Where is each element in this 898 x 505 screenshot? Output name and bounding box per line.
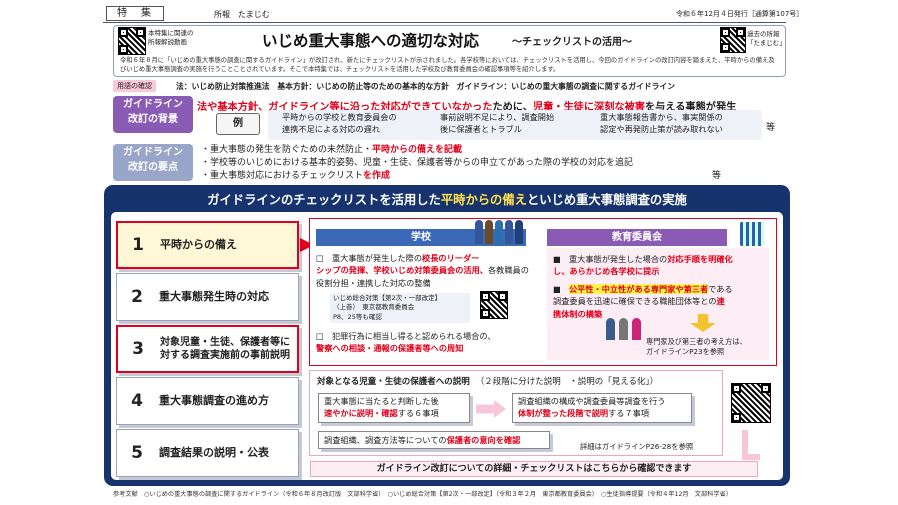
bullet-icon: ■ <box>553 254 569 264</box>
terms-label: 用語の確認 <box>113 80 156 92</box>
step-2[interactable]: 2 重大事態発生時の対応 <box>116 273 299 321</box>
school-item-2a: 犯罪行為に相当し得ると認められる場合の、 <box>331 331 496 341</box>
board-header: 教育委員会 <box>547 229 727 246</box>
building-icon <box>740 222 764 246</box>
qr-code-left[interactable] <box>118 27 146 55</box>
bottom-banner[interactable]: ガイドライン改訂についての詳細・チェックリストはこちらから確認できます <box>310 461 758 477</box>
bullet-icon: ■ <box>553 284 569 294</box>
school-ref-box: いじめ総合対策【第2次・一部改定】 （上巻） 東京都教育委員会 P8、25等も確… <box>330 293 470 323</box>
step-number: 1 <box>132 235 144 255</box>
step-number: 2 <box>131 287 143 307</box>
board-note: 専門家及び第三者の考え方は、 ガイドラインP23を参照 <box>646 337 747 357</box>
explain-step-a: 重大事態に当たると判断した後 速やかに説明・確認する６事項 <box>318 393 470 423</box>
explain-b1: 調査組織の構成や調査委員等調査を行う <box>518 396 666 406</box>
step-label: 対象児童・生徒、保護者等に 対する調査実施前の事前説明 <box>160 336 290 362</box>
board-item-2: ■ 公平性・中立性がある専門家や第三者である 調査委員を迅速に確保できる職能団体… <box>553 283 767 320</box>
step-number: 5 <box>131 443 143 463</box>
header-issue: 令和６年12月４日発行［通算第107号］ <box>676 10 804 18</box>
qr-right-caption: 過去の所報 「たまじむ」 <box>747 30 786 48</box>
header-dept: 所報 たまじむ <box>214 10 270 19</box>
points-label: ガイドライン 改訂の要点 <box>113 144 193 181</box>
point-3-emphasis: を作成 <box>363 171 391 181</box>
terms-text: 法：いじめ防止対策推進法 基本方針：いじめの防止等のための基本的な方針 ガイドラ… <box>176 82 675 91</box>
background-label: ガイドライン 改訂の背景 <box>113 96 193 133</box>
explain-step-c: 調査組織、調査方法等についての保護者の意向を確認 <box>318 431 550 449</box>
point-1-text: ・重大事態の発生を防ぐための未然防止・ <box>201 145 373 155</box>
page-subtitle: ～チェックリストの活用～ <box>512 37 632 48</box>
banner-arrow-icon <box>742 430 760 460</box>
panel-title: ガイドラインのチェックリストを活用した平時からの備えといじめ重大事態調査の実施 <box>104 190 790 208</box>
step-1[interactable]: 1 平時からの備え <box>116 221 299 269</box>
point-1-emphasis: 平時からの備えを記載 <box>372 145 463 155</box>
checkbox-icon: □ <box>316 253 332 263</box>
qr-code-guideline[interactable] <box>731 383 771 423</box>
experts-icon <box>606 318 641 340</box>
board-item-1: ■ 重大事態が発生した場合の対応手順を明確化 し、あらかじめ各学校に提示 <box>553 253 767 278</box>
point-1: ・重大事態の発生を防ぐための未然防止・平時からの備えを記載 <box>201 142 462 155</box>
checkbox-icon: □ <box>316 331 332 341</box>
qr-left-caption: 本特集に関連の 所報解説動画 <box>148 29 194 47</box>
qr-code-school[interactable] <box>480 291 508 319</box>
explain-title-sub: （２段階に分けた説明 ・説明の「見える化」） <box>475 377 659 387</box>
explain-a3: する６事項 <box>397 408 439 419</box>
footer-references: 参考文献 ○いじめの重大事態の調査に関するガイドライン（令和６年８月改訂版 文部… <box>113 491 732 498</box>
explain-b2: 体制が整った段階で説明 <box>518 408 609 419</box>
school-people-icon <box>475 220 523 244</box>
school-item-1a: 重大事態が発生した際の <box>331 253 423 263</box>
step-4[interactable]: 4 重大事態調査の進め方 <box>116 377 299 425</box>
feature-badge: 特 集 <box>106 6 164 21</box>
point-2: ・学校等のいじめにおける基本的姿勢、児童・生徒、保護者等からの申立てがあった際の… <box>201 158 634 168</box>
school-item-2b: 警察への相談・通報の保護者等への周知 <box>316 343 464 354</box>
step-5[interactable]: 5 調査結果の説明・公表 <box>116 429 299 477</box>
step-label: 調査結果の説明・公表 <box>159 445 269 459</box>
school-item-2: □ 犯罪行為に相当し得ると認められる場合の、警察への相談・通報の保護者等への周知 <box>316 330 534 355</box>
explain-step-b: 調査組織の構成や調査委員等調査を行う 体制が整った段階で説明する７事項 <box>512 393 692 423</box>
panel-title-c: といじめ重大事態調査の実施 <box>526 193 687 207</box>
example-tag: 例 <box>216 113 260 135</box>
step-number: 3 <box>132 339 144 359</box>
step-3[interactable]: 3 対象児童・生徒、保護者等に 対する調査実施前の事前説明 <box>116 325 299 373</box>
step-number: 4 <box>131 391 143 411</box>
board-item-2a: 公平性・中立性がある専門家や第三者 <box>568 284 709 294</box>
page-title: いじめ重大事態への適切な対応 <box>262 32 480 50</box>
header-rule <box>103 22 786 23</box>
explain-title-main: 対象となる児童・生徒の保護者への説明 <box>317 377 470 387</box>
panel-title-b: 平時からの備え <box>440 193 527 207</box>
step-label: 平時からの備え <box>160 237 237 251</box>
example-1: 平時からの学校と教育委員会の 連携不足による対応の遅れ <box>282 112 397 134</box>
step-label: 重大事態発生時の対応 <box>159 289 269 303</box>
explain-c2: 保護者の意向を確認 <box>446 435 521 445</box>
panel-title-a: ガイドラインのチェックリストを活用した <box>207 193 441 207</box>
qr-code-right[interactable] <box>720 27 746 53</box>
points-etc: 等 <box>712 171 722 181</box>
board-item-1a: 重大事態が発生した場合の <box>568 254 668 264</box>
step-label: 重大事態調査の進め方 <box>159 393 269 407</box>
example-2: 事前説明不足により、調査開始 後に保護者とトラブル <box>440 112 555 134</box>
example-etc: 等 <box>766 123 776 133</box>
explain-c1: 調査組織、調査方法等についての <box>324 435 447 445</box>
explain-detail: 詳細はガイドラインP26-28を参照 <box>580 442 694 451</box>
explain-b3: する７事項 <box>608 408 650 419</box>
explain-title: 対象となる児童・生徒の保護者への説明 （２段階に分けた説明 ・説明の「見える化」） <box>317 375 658 387</box>
example-3: 重大事態報告書から、事実関係の 認定や再発防止策が読み取れない <box>600 112 723 134</box>
point-3-text: ・重大事態対応におけるチェックリスト <box>201 171 364 181</box>
school-item-1: □ 重大事態が発生した際の校長のリーダー シップの発揮、学校いじめ対策委員会の活… <box>316 252 530 289</box>
explain-a1: 重大事態に当たると判断した後 <box>324 396 439 406</box>
intro-text: 令和６年８月に「いじめの重大事態の調査に関するガイドライン」が改訂され、新たにチ… <box>120 57 775 74</box>
explain-a2: 速やかに説明・確認 <box>324 408 398 419</box>
point-3: ・重大事態対応におけるチェックリストを作成 <box>201 168 390 181</box>
